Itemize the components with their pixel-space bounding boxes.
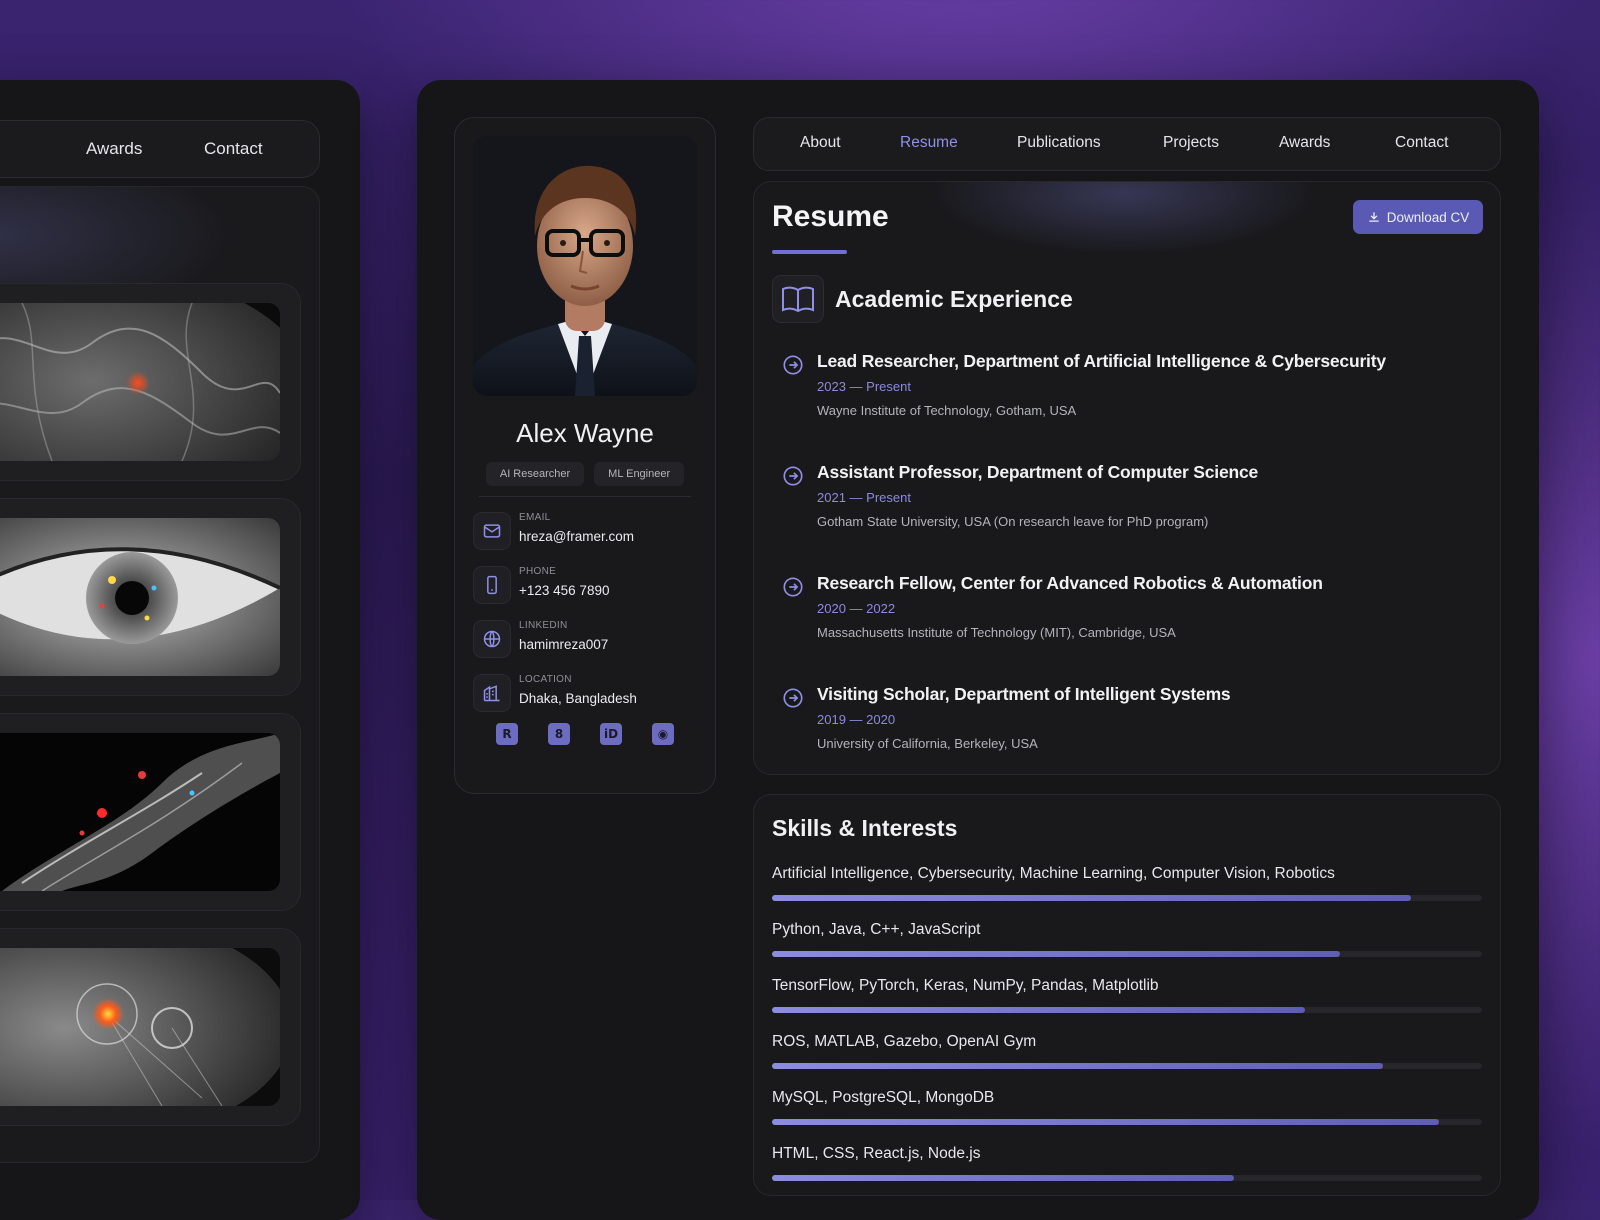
experience-org: Gotham State University, USA (On researc… xyxy=(817,514,1209,529)
skill-label: Python, Java, C++, JavaScript xyxy=(772,921,981,938)
contact-label: LINKEDIN xyxy=(519,620,568,631)
contact-location[interactable]: LOCATION Dhaka, Bangladesh xyxy=(473,672,697,716)
contact-value: Dhaka, Bangladesh xyxy=(519,691,637,706)
skill-progress-track xyxy=(772,951,1482,957)
skill-progress-fill xyxy=(772,895,1411,901)
researchgate-icon[interactable]: R xyxy=(496,723,518,745)
nav-item-awards[interactable]: Awards xyxy=(86,139,142,159)
project-card[interactable] xyxy=(0,928,301,1126)
experience-org: Massachusetts Institute of Technology (M… xyxy=(817,625,1176,640)
skill-progress-fill xyxy=(772,1175,1234,1181)
skill-progress-track xyxy=(772,1063,1482,1069)
globe-icon xyxy=(473,620,511,658)
profile-photo xyxy=(473,136,697,396)
skill-progress-track xyxy=(772,895,1482,901)
experience-date: 2023 — Present xyxy=(817,379,911,394)
page-title: Resume xyxy=(772,200,889,233)
skill-label: MySQL, PostgreSQL, MongoDB xyxy=(772,1089,995,1106)
nav-item-contact[interactable]: Contact xyxy=(1395,134,1448,152)
contact-email[interactable]: EMAIL hreza@framer.com xyxy=(473,510,697,554)
profile-tags: AI Researcher ML Engineer xyxy=(455,462,715,486)
contact-phone[interactable]: PHONE +123 456 7890 xyxy=(473,564,697,608)
skill-progress-fill xyxy=(772,1119,1440,1125)
project-thumbnail xyxy=(0,518,280,676)
project-card[interactable] xyxy=(0,498,301,696)
building-icon xyxy=(473,674,511,712)
contact-label: PHONE xyxy=(519,566,557,577)
arrow-circle-icon xyxy=(783,466,803,486)
divider xyxy=(479,496,691,497)
nav-item-about[interactable]: About xyxy=(800,134,841,152)
google-scholar-icon[interactable]: 8 xyxy=(548,723,570,745)
skill-progress-track xyxy=(772,1119,1482,1125)
phone-icon xyxy=(473,566,511,604)
mail-icon xyxy=(473,512,511,550)
download-cv-button[interactable]: Download CV xyxy=(1353,200,1483,234)
arrow-circle-icon xyxy=(783,688,803,708)
github-icon[interactable]: ◉ xyxy=(652,723,674,745)
experience-role: Lead Researcher, Department of Artificia… xyxy=(817,351,1386,371)
book-icon xyxy=(772,275,824,323)
skills-panel: Skills & Interests Artificial Intelligen… xyxy=(753,794,1501,1196)
skill-progress-fill xyxy=(772,951,1340,957)
section-title-academic: Academic Experience xyxy=(835,286,1073,312)
project-card[interactable] xyxy=(0,283,301,481)
skill-label: TensorFlow, PyTorch, Keras, NumPy, Panda… xyxy=(772,977,1159,994)
tag-ai-researcher: AI Researcher xyxy=(485,462,585,486)
contact-value[interactable]: hreza@framer.com xyxy=(519,529,634,544)
profile-card: Alex Wayne AI Researcher ML Engineer EMA… xyxy=(454,117,716,794)
title-underline xyxy=(772,250,847,254)
skill-label: ROS, MATLAB, Gazebo, OpenAI Gym xyxy=(772,1033,1037,1050)
background-window: cts Awards Contact xyxy=(0,80,360,1220)
section-title-skills: Skills & Interests xyxy=(772,815,958,841)
contact-linkedin[interactable]: LINKEDIN hamimreza007 xyxy=(473,618,697,662)
project-thumbnail xyxy=(0,948,280,1106)
background-nav: cts Awards Contact xyxy=(0,120,320,178)
nav-item-contact[interactable]: Contact xyxy=(204,139,263,159)
contact-label: EMAIL xyxy=(519,512,551,523)
skill-progress-track xyxy=(772,1007,1482,1013)
contact-value[interactable]: +123 456 7890 xyxy=(519,583,609,598)
skill-progress-track xyxy=(772,1175,1482,1181)
nav-item-projects[interactable]: Projects xyxy=(1163,134,1219,152)
experience-role: Research Fellow, Center for Advanced Rob… xyxy=(817,573,1323,593)
download-icon xyxy=(1369,212,1379,222)
main-window: Alex Wayne AI Researcher ML Engineer EMA… xyxy=(417,80,1539,1220)
experience-date: 2020 — 2022 xyxy=(817,601,896,616)
contact-value[interactable]: hamimreza007 xyxy=(519,637,608,652)
tag-ml-engineer: ML Engineer xyxy=(594,462,685,486)
experience-date: 2021 — Present xyxy=(817,490,911,505)
resume-panel: Resume Download CV Academic Experience L… xyxy=(753,181,1501,775)
project-thumbnail xyxy=(0,303,280,461)
skill-label: Artificial Intelligence, Cybersecurity, … xyxy=(772,865,1335,882)
project-card[interactable] xyxy=(0,713,301,911)
profile-name: Alex Wayne xyxy=(516,418,654,448)
contact-label: LOCATION xyxy=(519,674,572,685)
arrow-circle-icon xyxy=(783,355,803,375)
experience-org: Wayne Institute of Technology, Gotham, U… xyxy=(817,403,1077,418)
experience-org: University of California, Berkeley, USA xyxy=(817,736,1038,751)
experience-date: 2019 — 2020 xyxy=(817,712,896,727)
skill-progress-fill xyxy=(772,1063,1383,1069)
project-thumbnail xyxy=(0,733,280,891)
download-cv-label: Download CV xyxy=(1386,209,1470,225)
orcid-icon[interactable]: iD xyxy=(600,723,622,745)
experience-role: Visiting Scholar, Department of Intellig… xyxy=(817,684,1231,704)
main-nav: About Resume Publications Projects Award… xyxy=(753,117,1501,171)
nav-item-resume[interactable]: Resume xyxy=(900,134,958,152)
projects-panel xyxy=(0,186,320,1163)
skill-progress-fill xyxy=(772,1007,1305,1013)
skill-label: HTML, CSS, React.js, Node.js xyxy=(772,1145,981,1162)
nav-item-awards[interactable]: Awards xyxy=(1279,134,1330,152)
panel-glow xyxy=(934,182,1314,272)
nav-item-publications[interactable]: Publications xyxy=(1017,134,1101,152)
social-links: R 8 iD ◉ xyxy=(455,723,715,745)
experience-role: Assistant Professor, Department of Compu… xyxy=(817,462,1259,482)
arrow-circle-icon xyxy=(783,577,803,597)
